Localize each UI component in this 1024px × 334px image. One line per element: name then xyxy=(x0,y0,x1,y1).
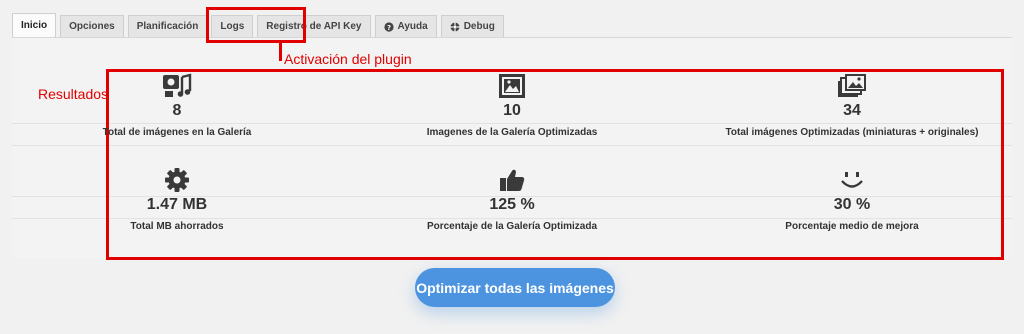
image-frame-icon xyxy=(362,72,662,100)
images-stack-icon xyxy=(702,72,1002,100)
smile-icon xyxy=(702,166,1002,194)
tab-label: Opciones xyxy=(69,21,115,32)
tab-debug[interactable]: Debug xyxy=(440,15,504,37)
stat-label: Porcentaje de la Galería Optimizada xyxy=(426,221,598,232)
tab-label: Ayuda xyxy=(397,21,428,32)
stat-label: Total de imágenes en la Galería xyxy=(102,127,252,138)
stat-value: 34 xyxy=(843,102,861,119)
stat-label: Total MB ahorrados xyxy=(130,221,224,232)
stat-value: 30 % xyxy=(833,196,871,213)
stat-average-improvement: 30 % Porcentaje medio de mejora xyxy=(702,166,1002,233)
annotation-activation-label: Activación del plugin xyxy=(284,51,412,67)
tab-label: Planificación xyxy=(136,21,199,32)
annotation-connector xyxy=(279,43,282,61)
stat-label: Porcentaje medio de mejora xyxy=(785,221,919,232)
stat-gallery-percentage: 125 % Porcentaje de la Galería Optimizad… xyxy=(362,166,662,233)
stat-value: 125 % xyxy=(489,196,535,213)
stat-value: 8 xyxy=(172,102,182,119)
svg-text:?: ? xyxy=(386,24,390,32)
optimize-all-button[interactable]: Optimizar todas las imágenes xyxy=(415,268,615,307)
stat-label: Total imágenes Optimizadas (miniaturas +… xyxy=(725,127,979,138)
stat-total-images: 8 Total de imágenes en la Galería xyxy=(27,72,327,139)
annotation-box-api-key xyxy=(206,7,306,43)
stat-value: 10 xyxy=(503,102,521,119)
help-icon: ? xyxy=(383,21,394,32)
stat-mb-saved: 1.47 MB Total MB ahorrados xyxy=(27,166,327,233)
tab-planificacion[interactable]: Planificación xyxy=(127,15,208,37)
stat-total-optimized: 34 Total imágenes Optimizadas (miniatura… xyxy=(702,72,1002,139)
tab-label: Inicio xyxy=(21,20,48,31)
debug-icon xyxy=(450,22,460,32)
optimize-all-button-label: Optimizar todas las imágenes xyxy=(416,279,614,296)
tab-ayuda[interactable]: ? Ayuda xyxy=(374,15,437,37)
tab-inicio[interactable]: Inicio xyxy=(12,13,57,37)
stat-optimized-gallery: 10 Imagenes de la Galería Optimizadas xyxy=(362,72,662,139)
tab-label: Debug xyxy=(463,21,495,32)
tab-opciones[interactable]: Opciones xyxy=(60,15,124,37)
stat-value: 1.47 MB xyxy=(146,196,208,213)
stat-label: Imagenes de la Galería Optimizadas xyxy=(426,127,598,138)
thumbs-up-icon xyxy=(362,166,662,194)
gear-icon xyxy=(27,166,327,194)
image-music-icon xyxy=(27,72,327,100)
